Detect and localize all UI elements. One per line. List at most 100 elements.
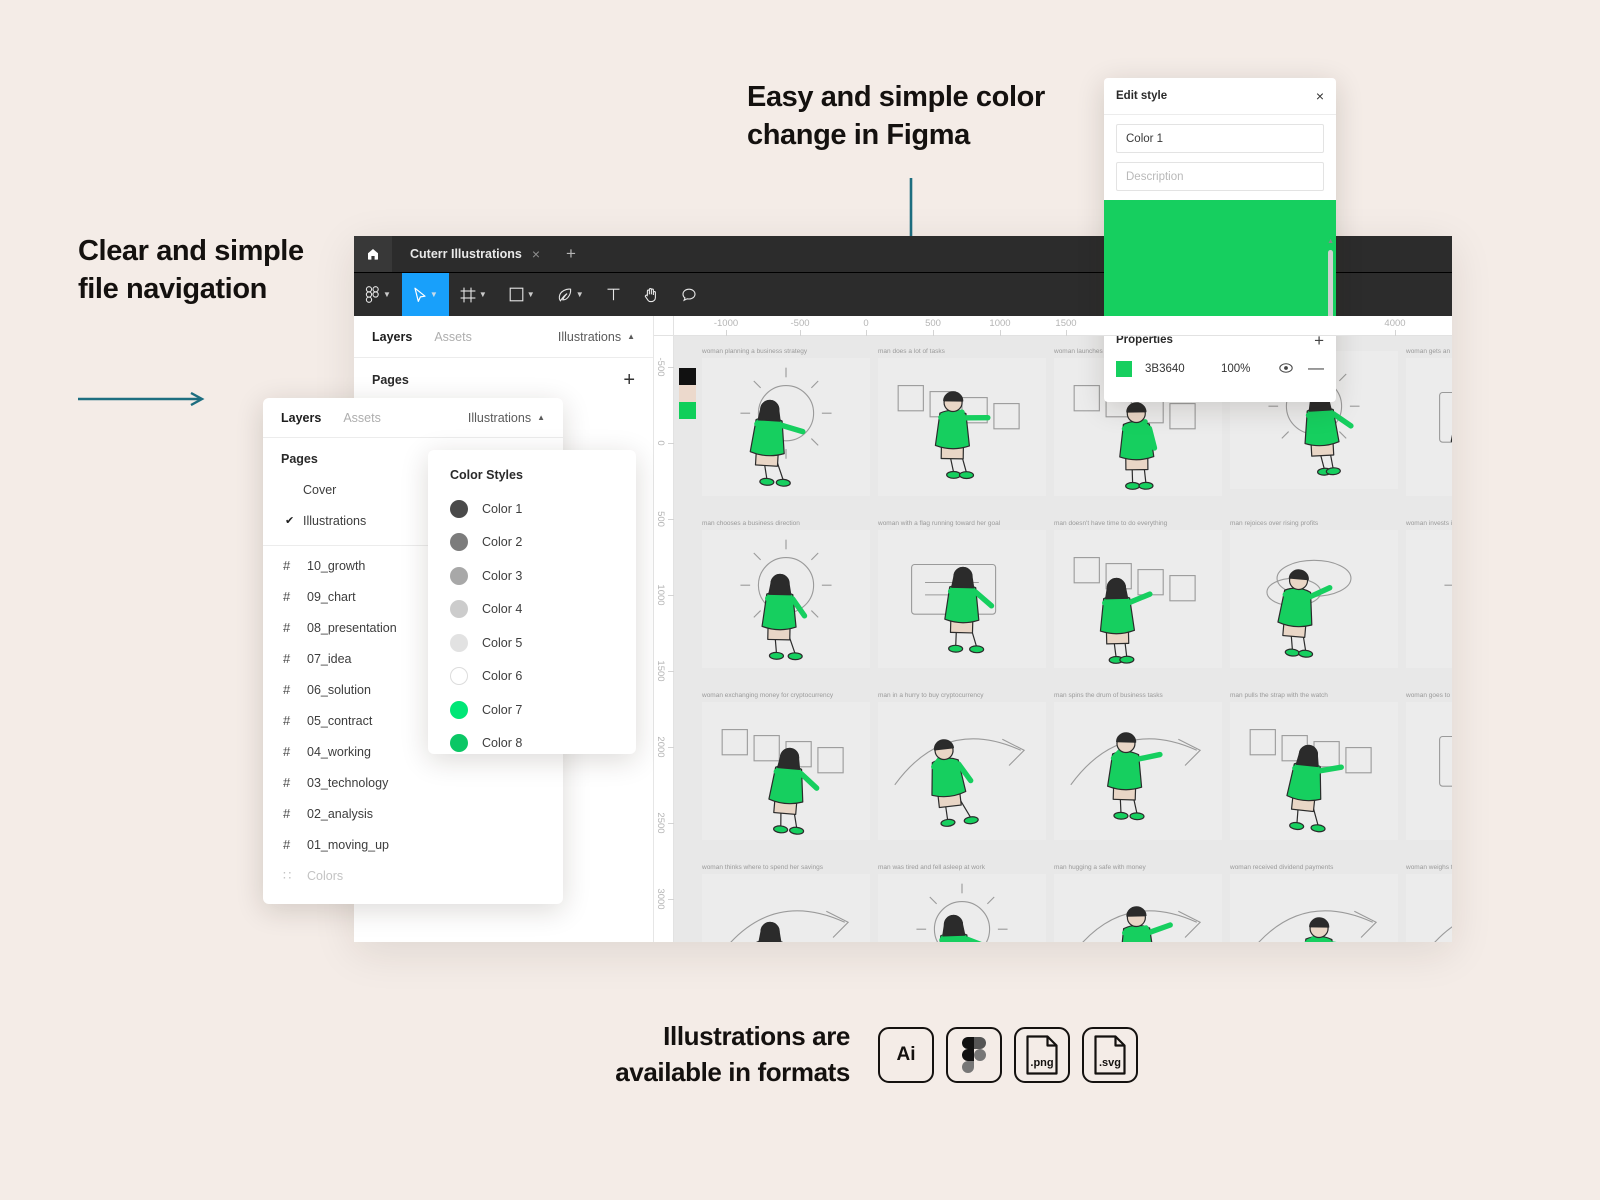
tab-assets[interactable]: Assets	[434, 330, 472, 344]
style-color-preview	[1104, 200, 1336, 317]
color-property-row[interactable]: 3B3640 100% —	[1104, 355, 1336, 383]
svg-format-badge[interactable]: .svg	[1082, 1027, 1138, 1083]
canvas-swatch-2[interactable]	[679, 385, 696, 402]
ruler-corner	[654, 316, 674, 336]
figma-canvas[interactable]: -1000 -500 0 500 1000 1500 4000 -500 0 500 1000 15…	[654, 316, 1452, 942]
canvas-swatch-1[interactable]	[679, 368, 696, 385]
color-style-item[interactable]: Color 7	[450, 693, 636, 727]
chevron-up-icon[interactable]: ▲	[1327, 238, 1334, 245]
layer-list-item[interactable]: #03_technology	[263, 767, 563, 798]
color-swatch[interactable]	[1116, 361, 1132, 377]
ruler-mark	[668, 519, 674, 520]
hash-icon: #	[283, 713, 291, 728]
canvas-frame[interactable]: man in a hurry to buy cryptocurrency	[878, 692, 1046, 840]
shape-tool[interactable]: ▼	[498, 273, 546, 316]
color-swatch-dot[interactable]	[450, 633, 468, 652]
style-name-input[interactable]: Color 1	[1116, 124, 1324, 153]
canvas-frame[interactable]: woman thinks where to spend her savings	[702, 864, 870, 942]
color-style-item[interactable]: Color 6	[450, 660, 636, 694]
color-swatch-dot[interactable]	[450, 600, 468, 619]
color-hex-value[interactable]: 3B3640	[1145, 363, 1221, 375]
close-icon[interactable]: ×	[1316, 89, 1324, 103]
ruler-tick: 1500	[1055, 318, 1077, 329]
layer-list-item[interactable]: #01_moving_up	[263, 829, 563, 860]
frame-tool[interactable]: ▼	[449, 273, 498, 316]
canvas-surface[interactable]: woman planning a business strategy man d…	[674, 336, 1452, 942]
format-label: .svg	[1098, 1057, 1121, 1069]
canvas-frame[interactable]: man chooses a business direction	[702, 520, 870, 668]
canvas-frame[interactable]: man hugging a safe with money	[1054, 864, 1222, 942]
color-swatch-dot[interactable]	[450, 566, 468, 585]
tab-assets[interactable]: Assets	[343, 411, 381, 425]
canvas-frame[interactable]: woman invests in bitcoi	[1406, 520, 1452, 668]
canvas-frame[interactable]: woman planning a business strategy	[702, 348, 870, 496]
color-swatch-dot[interactable]	[450, 499, 468, 518]
png-format-badge[interactable]: .png	[1014, 1027, 1070, 1083]
remove-property-button[interactable]: —	[1308, 361, 1324, 377]
page-selector[interactable]: Illustrations ▲	[468, 411, 545, 425]
hand-tool[interactable]	[632, 273, 670, 316]
chevron-down-icon[interactable]: ▼	[576, 290, 584, 299]
color-swatch-dot[interactable]	[450, 734, 468, 753]
ai-format-badge[interactable]: Ai	[878, 1027, 934, 1083]
canvas-frame[interactable]: man doesn't have time to do everything	[1054, 520, 1222, 668]
eye-icon[interactable]	[1279, 360, 1293, 378]
color-swatch-dot[interactable]	[450, 667, 468, 686]
hash-icon: #	[283, 837, 291, 852]
chevron-down-icon[interactable]: ▼	[430, 290, 438, 299]
layer-item-label: 06_solution	[307, 682, 371, 697]
page-selector[interactable]: Illustrations ▲	[558, 330, 635, 344]
color-style-item[interactable]: Color 2	[450, 526, 636, 560]
menu-tool[interactable]: ▼	[354, 273, 402, 316]
illustration-artwork	[878, 530, 1046, 668]
scrollbar-thumb[interactable]	[1328, 250, 1333, 320]
chevron-down-icon[interactable]: ▼	[383, 290, 391, 299]
canvas-swatch-3[interactable]	[679, 402, 696, 419]
add-page-button[interactable]: +	[623, 369, 635, 392]
color-opacity-value[interactable]: 100%	[1221, 363, 1279, 375]
canvas-frame[interactable]: woman received dividend payments	[1230, 864, 1398, 942]
color-style-item[interactable]: Color 1	[450, 492, 636, 526]
file-tab[interactable]: Cuterr Illustrations ×	[392, 236, 555, 272]
frame-label: woman goes to her ach	[1406, 692, 1452, 699]
canvas-frame[interactable]: man pulls the strap with the watch	[1230, 692, 1398, 840]
canvas-frame[interactable]: man spins the drum of business tasks	[1054, 692, 1222, 840]
ruler-tick: 1000	[655, 584, 666, 606]
tab-layers[interactable]: Layers	[372, 330, 412, 344]
canvas-frame[interactable]: man does a lot of tasks	[878, 348, 1046, 496]
file-icon: .svg	[1093, 1035, 1127, 1075]
color-style-item[interactable]: Color 8	[450, 727, 636, 761]
close-icon[interactable]: ×	[532, 246, 540, 262]
canvas-frame[interactable]: man rejoices over rising profits	[1230, 520, 1398, 668]
canvas-frame[interactable]: woman exchanging money for cryptocurrenc…	[702, 692, 870, 840]
figma-format-badge[interactable]	[946, 1027, 1002, 1083]
style-description-input[interactable]: Description	[1116, 162, 1324, 191]
canvas-frame[interactable]: woman gets an investm	[1406, 348, 1452, 496]
canvas-frame[interactable]: woman goes to her ach	[1406, 692, 1452, 840]
canvas-frame[interactable]: woman weighs the prof	[1406, 864, 1452, 942]
color-swatch-dot[interactable]	[450, 533, 468, 552]
tab-layers[interactable]: Layers	[281, 411, 321, 425]
frame-label: man does a lot of tasks	[878, 348, 945, 355]
pen-tool[interactable]: ▼	[546, 273, 595, 316]
illustration-artwork	[702, 702, 870, 840]
illustration-artwork	[1230, 530, 1398, 668]
comment-tool[interactable]	[670, 273, 708, 316]
color-swatch-dot[interactable]	[450, 700, 468, 719]
chevron-down-icon[interactable]: ▼	[479, 290, 487, 299]
text-tool[interactable]	[595, 273, 632, 316]
move-tool[interactable]: ▼	[401, 273, 449, 316]
color-style-item[interactable]: Color 3	[450, 559, 636, 593]
color-style-item[interactable]: Color 4	[450, 593, 636, 627]
new-tab-button[interactable]: +	[554, 236, 588, 272]
canvas-frame[interactable]: woman with a flag running toward her goa…	[878, 520, 1046, 668]
figma-logo-icon	[962, 1037, 986, 1073]
canvas-frame[interactable]: man was tired and fell asleep at work	[878, 864, 1046, 942]
chevron-down-icon[interactable]: ▼	[527, 290, 535, 299]
color-style-item[interactable]: Color 5	[450, 626, 636, 660]
layer-list-item[interactable]: ∷ Colors	[263, 860, 563, 891]
ruler-tick: 0	[655, 440, 666, 446]
home-icon[interactable]	[354, 236, 392, 272]
illustration-artwork	[1054, 530, 1222, 668]
layer-list-item[interactable]: #02_analysis	[263, 798, 563, 829]
